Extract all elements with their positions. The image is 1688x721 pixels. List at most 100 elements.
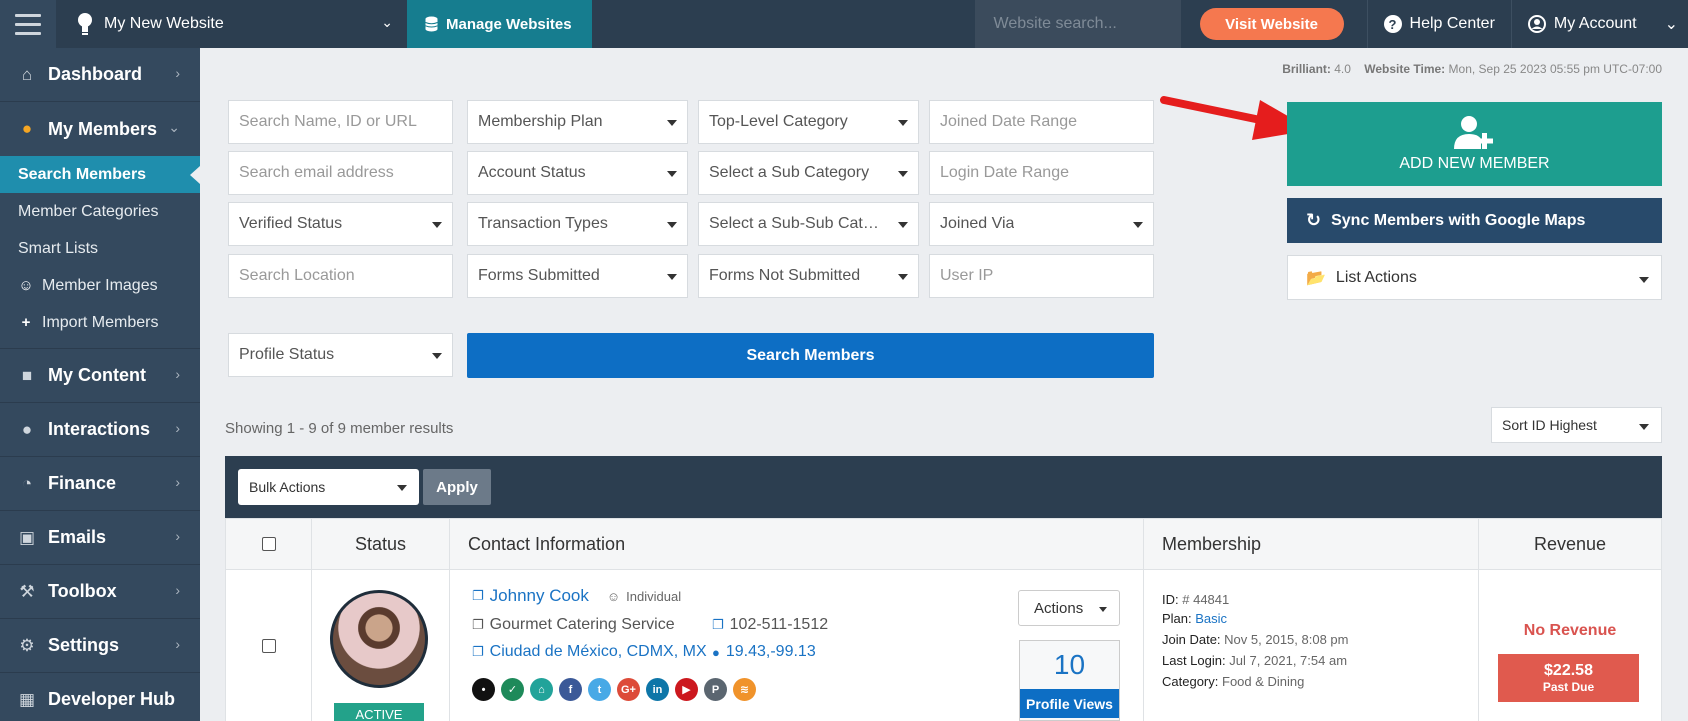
location-link[interactable]: Ciudad de México, CDMX, MX (490, 643, 707, 661)
sidebar-item-import-members[interactable]: + Import Members (0, 304, 200, 341)
google-plus-icon[interactable]: G+ (617, 678, 640, 701)
database-icon (425, 16, 438, 32)
membership-plan-select[interactable]: Membership Plan (467, 100, 688, 144)
add-new-member-button[interactable]: ADD NEW MEMBER (1287, 102, 1662, 186)
linkedin-icon[interactable]: in (646, 678, 669, 701)
folder-icon: ■ (21, 365, 33, 385)
visit-website-button[interactable]: Visit Website (1199, 8, 1344, 40)
user-circle-icon (1527, 15, 1546, 33)
row-actions-button[interactable]: Actions (1018, 590, 1120, 626)
globe-icon: ● (712, 644, 720, 660)
website-selector[interactable]: My New Website ⌄ (56, 0, 407, 48)
row-checkbox[interactable] (261, 638, 276, 653)
sidebar-item-member-categories[interactable]: Member Categories (0, 193, 200, 230)
status-header[interactable]: Status (312, 519, 450, 569)
sidebar-item-toolbox[interactable]: ⚒ Toolbox › (0, 565, 200, 619)
account-status-select[interactable]: Account Status (467, 151, 688, 195)
sidebar-item-my-content[interactable]: ■ My Content › (0, 349, 200, 403)
avatar[interactable] (330, 590, 428, 688)
check-icon[interactable]: ✓ (501, 678, 524, 701)
sidebar-item-developer-hub[interactable]: ▦ Developer Hub (0, 673, 200, 721)
forms-submitted-select[interactable]: Forms Submitted (467, 254, 688, 298)
plus-icon: + (21, 314, 31, 331)
menu-toggle-button[interactable] (0, 0, 56, 48)
membership-header[interactable]: Membership (1144, 519, 1479, 569)
top-bar: My New Website ⌄ Manage Websites Website… (0, 0, 1688, 48)
hamburger-icon (15, 13, 41, 17)
search-members-button[interactable]: Search Members (467, 333, 1154, 378)
profile-status-select[interactable]: Profile Status (228, 333, 453, 377)
member-type: Individual (626, 588, 682, 604)
help-center-link[interactable]: ? Help Center (1366, 0, 1511, 48)
plan-link[interactable]: Basic (1195, 611, 1227, 626)
help-center-label: Help Center (1409, 15, 1495, 32)
transaction-types-select[interactable]: Transaction Types (467, 202, 688, 246)
pinterest-icon[interactable]: P (704, 678, 727, 701)
sidebar-item-member-images[interactable]: ☺ Member Images (0, 267, 200, 304)
sidebar-item-dashboard[interactable]: ⌂ Dashboard › (0, 48, 200, 102)
my-account-menu[interactable]: My Account ⌄ (1510, 0, 1688, 48)
past-due-amount: $22.58 (1544, 662, 1593, 679)
sync-google-maps-button[interactable]: ↻ Sync Members with Google Maps (1287, 198, 1662, 243)
search-email-input[interactable]: Search email address (228, 151, 453, 195)
chevron-right-icon: › (175, 528, 180, 544)
sort-select[interactable]: Sort ID Highest (1491, 407, 1662, 443)
sub-sub-category-select[interactable]: Select a Sub-Sub Category (698, 202, 919, 246)
bulk-actions-select[interactable]: Bulk Actions (238, 469, 419, 505)
chevron-right-icon: › (175, 420, 180, 436)
social-links: • ✓ ⌂ f t G+ in ▶ P ≋ (472, 678, 756, 701)
copy-icon[interactable]: ❐ (472, 644, 484, 660)
users-icon: ● (21, 119, 33, 138)
user-ip-input[interactable]: User IP (929, 254, 1154, 298)
search-location-input[interactable]: Search Location (228, 254, 453, 298)
user-plus-icon (1453, 116, 1493, 149)
profile-views-count: 10 (1053, 649, 1086, 680)
copy-icon[interactable]: ❐ (472, 588, 484, 604)
copy-icon[interactable]: ❐ (472, 617, 484, 633)
status-badge: ACTIVE (334, 703, 424, 721)
search-name-input[interactable]: Search Name, ID or URL (228, 100, 453, 144)
revenue-header[interactable]: Revenue (1479, 519, 1661, 569)
sidebar-item-interactions[interactable]: ● Interactions › (0, 403, 200, 457)
select-all-checkbox[interactable] (261, 537, 276, 551)
chevron-right-icon: › (175, 366, 180, 382)
phone-number: 102-511-1512 (729, 616, 829, 633)
sidebar-item-emails[interactable]: ▣ Emails › (0, 511, 200, 565)
facebook-icon[interactable]: f (559, 678, 582, 701)
joined-date-range-input[interactable]: Joined Date Range (929, 100, 1154, 144)
forms-not-submitted-select[interactable]: Forms Not Submitted (698, 254, 919, 298)
sidebar-item-settings[interactable]: ⚙ Settings › (0, 619, 200, 673)
sidebar-item-finance[interactable]: ◔ Finance › (0, 457, 200, 511)
profile-views-box[interactable]: 10 Profile Views (1019, 640, 1120, 721)
member-name-link[interactable]: Johnny Cook (490, 586, 589, 606)
lightbulb-icon (78, 13, 92, 35)
home-icon[interactable]: ⌂ (530, 678, 553, 701)
chevron-down-icon: ⌄ (168, 119, 180, 135)
comments-icon: ● (21, 419, 33, 439)
login-date-range-input[interactable]: Login Date Range (929, 151, 1154, 195)
my-members-submenu: Search Members Member Categories Smart L… (0, 156, 200, 349)
sub-category-select[interactable]: Select a Sub Category (698, 151, 919, 195)
sidebar-item-smart-lists[interactable]: Smart Lists (0, 230, 200, 267)
sidebar-item-my-members[interactable]: ● My Members ⌄ (0, 102, 200, 156)
select-all-cell (226, 519, 312, 569)
pin-icon[interactable]: • (472, 678, 495, 701)
coordinates-link[interactable]: 19.43,-99.13 (726, 643, 816, 661)
revenue-status: No Revenue (1523, 622, 1617, 639)
past-due-badge[interactable]: $22.58 Past Due (1498, 654, 1639, 702)
contact-header[interactable]: Contact Information (450, 519, 1144, 569)
chevron-right-icon: › (175, 474, 180, 490)
rss-icon[interactable]: ≋ (733, 678, 756, 701)
list-actions-dropdown[interactable]: 📂 List Actions (1287, 255, 1662, 300)
youtube-icon[interactable]: ▶ (675, 678, 698, 701)
website-search-input[interactable]: Website search... (974, 0, 1181, 48)
verified-status-select[interactable]: Verified Status (228, 202, 453, 246)
apply-button[interactable]: Apply (423, 469, 491, 505)
top-level-category-select[interactable]: Top-Level Category (698, 100, 919, 144)
copy-icon[interactable]: ❐ (712, 617, 724, 633)
sidebar-item-search-members[interactable]: Search Members (0, 156, 200, 193)
home-icon: ⌂ (21, 64, 33, 84)
twitter-icon[interactable]: t (588, 678, 611, 701)
joined-via-select[interactable]: Joined Via (929, 202, 1154, 246)
manage-websites-button[interactable]: Manage Websites (407, 0, 592, 48)
